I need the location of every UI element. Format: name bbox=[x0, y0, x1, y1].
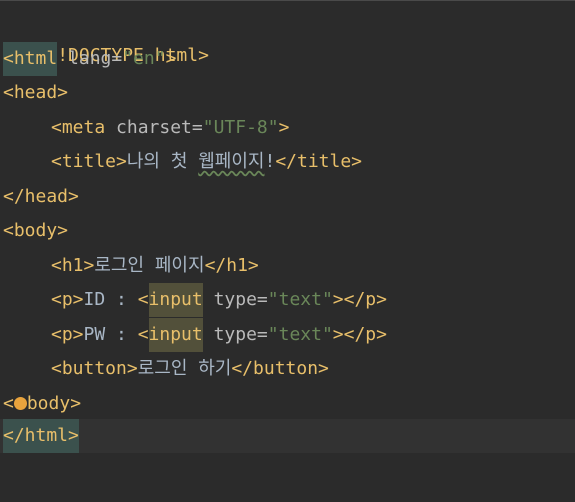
code-editor[interactable]: <!DOCTYPE html> <html lang="en"> <head> … bbox=[0, 0, 575, 502]
lang-value: "en" bbox=[122, 48, 166, 69]
input-tag-name: input bbox=[148, 318, 203, 352]
lightbulb-icon[interactable] bbox=[13, 396, 27, 410]
id-label-text: ID : bbox=[83, 289, 138, 310]
code-line-12[interactable]: < body> bbox=[0, 387, 575, 421]
body-close-lt: < bbox=[3, 393, 14, 414]
body-open-tag: <body> bbox=[3, 220, 69, 241]
input-lt: < bbox=[137, 324, 149, 345]
meta-tag: <meta bbox=[51, 117, 106, 138]
h1-close-tag: </h1> bbox=[204, 255, 259, 276]
html-open-tag: <html bbox=[3, 42, 58, 76]
input-tag-name: input bbox=[148, 283, 203, 317]
p-close-tag: ></p> bbox=[332, 324, 387, 345]
button-text: 로그인 하기 bbox=[137, 358, 232, 379]
code-line-6[interactable]: </head> bbox=[0, 180, 575, 214]
pw-label-text: PW : bbox=[83, 324, 138, 345]
html-close-tag: </html> bbox=[3, 419, 79, 453]
meta-close: > bbox=[278, 117, 290, 138]
title-text-a: 나의 첫 bbox=[126, 151, 199, 172]
code-line-11[interactable]: <button>로그인 하기</button> bbox=[0, 352, 575, 386]
code-line-5[interactable]: <title>나의 첫 웹페이지!</title> bbox=[0, 145, 575, 179]
lang-attr: lang= bbox=[57, 48, 123, 69]
input-lt: < bbox=[137, 289, 149, 310]
body-close-rest: body> bbox=[26, 393, 82, 414]
code-line-10[interactable]: <p>PW : <input type="text"></p> bbox=[0, 318, 575, 352]
title-text-c: ! bbox=[264, 151, 276, 172]
code-line-7[interactable]: <body> bbox=[0, 214, 575, 248]
code-line-3[interactable]: <head> bbox=[0, 76, 575, 110]
code-line-13[interactable]: </html> bbox=[0, 419, 575, 453]
code-line-2[interactable]: <html lang="en"> bbox=[0, 42, 575, 76]
html-open-close: > bbox=[165, 48, 177, 69]
charset-value: "UTF-8" bbox=[202, 117, 279, 138]
head-open-tag: <head> bbox=[3, 82, 69, 103]
h1-open-tag: <h1> bbox=[51, 255, 95, 276]
type-attr: type= bbox=[202, 289, 268, 310]
p-open-tag: <p> bbox=[51, 289, 84, 310]
p-open-tag: <p> bbox=[51, 324, 84, 345]
code-line-4[interactable]: <meta charset="UTF-8"> bbox=[0, 111, 575, 145]
code-line-9[interactable]: <p>ID : <input type="text"></p> bbox=[0, 283, 575, 317]
code-line-8[interactable]: <h1>로그인 페이지</h1> bbox=[0, 249, 575, 283]
type-value: "text" bbox=[267, 324, 333, 345]
p-close-tag: ></p> bbox=[332, 289, 387, 310]
code-line-1[interactable]: <!DOCTYPE html> bbox=[0, 5, 575, 66]
head-close-tag: </head> bbox=[3, 186, 79, 207]
type-attr: type= bbox=[202, 324, 268, 345]
button-close-tag: </button> bbox=[231, 358, 329, 379]
type-value: "text" bbox=[267, 289, 333, 310]
button-open-tag: <button> bbox=[51, 358, 138, 379]
title-close-tag: </title> bbox=[275, 151, 363, 172]
charset-attr: charset= bbox=[105, 117, 203, 138]
h1-text: 로그인 페이지 bbox=[94, 255, 205, 276]
title-open-tag: <title> bbox=[51, 151, 127, 172]
title-text-typo: 웹페이지 bbox=[198, 151, 265, 172]
